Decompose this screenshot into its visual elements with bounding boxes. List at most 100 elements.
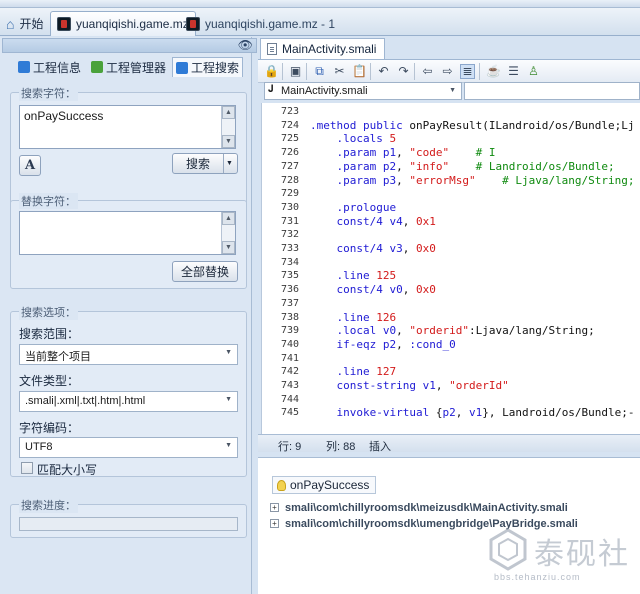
tab-start[interactable]: ⌂ 开始 — [0, 11, 49, 36]
code-text: .param p3, "errorMsg" # Ljava/lang/Strin… — [310, 174, 635, 188]
arrow-right-icon[interactable]: ⇨ — [440, 64, 455, 79]
search-button-label: 搜索 — [185, 157, 210, 171]
tab-project-manager[interactable]: 工程管理器 — [87, 57, 170, 77]
code-token: .method public — [310, 118, 410, 132]
code-text: .line 126 — [310, 311, 397, 325]
filetype-select[interactable]: .smali|.xml|.txt|.htm|.html ▼ — [19, 391, 238, 412]
tab-mainactivity[interactable]: MainActivity.smali — [260, 38, 386, 59]
search-input-scrollbar[interactable]: ▲ ▼ — [221, 106, 235, 148]
paste-icon[interactable]: 📋 — [352, 64, 367, 79]
format-icon[interactable]: ≣ — [460, 64, 475, 79]
font-icon: A — [24, 158, 36, 173]
line-number: 726 — [281, 147, 300, 159]
code-line: 736 const/4 v0, 0x0 — [262, 283, 640, 297]
replace-input[interactable]: ▲ ▼ — [19, 211, 236, 255]
code-token: v4 — [389, 214, 403, 228]
code-text: if-eqz p2, :cond_0 — [310, 338, 456, 352]
replace-group: 替换字符： ▲ ▼ 全部替换 — [10, 193, 247, 289]
tab-project-search[interactable]: 工程搜索 — [172, 57, 244, 77]
line-number: 743 — [281, 380, 300, 391]
code-token: , — [455, 406, 469, 420]
line-number: 727 — [281, 160, 300, 172]
code-token: if-eqz — [336, 337, 383, 351]
code-text: .method public onPayResult(ILandroid/os/… — [310, 119, 635, 133]
scope-label: 搜索范围： — [19, 327, 80, 341]
save-icon[interactable]: ▣ — [288, 64, 303, 79]
font-button[interactable]: A — [19, 155, 41, 176]
search-progress-group: 搜索进度： — [10, 497, 247, 538]
scroll-up-icon[interactable]: ▲ — [222, 106, 235, 119]
search-button[interactable]: 搜索 ▼ — [172, 153, 238, 174]
dropdown-arrow-icon[interactable]: ▼ — [223, 154, 235, 173]
tab-project-1[interactable]: yuanqiqishi.game.mz — [50, 11, 196, 36]
scroll-up-icon[interactable]: ▲ — [222, 212, 235, 225]
line-number: 732 — [281, 229, 300, 241]
line-number: 741 — [281, 352, 300, 364]
replace-all-button[interactable]: 全部替换 — [172, 261, 238, 282]
scroll-down-icon[interactable]: ▼ — [222, 135, 235, 148]
code-token: , — [402, 214, 416, 228]
toolbar-separator — [414, 63, 415, 80]
encoding-select[interactable]: UTF8 ▼ — [19, 437, 238, 458]
watermark-url: bbs.tehanziu.com — [494, 572, 581, 582]
code-line: 730 .prologue — [262, 201, 640, 215]
eye-icon[interactable]: 👁 — [238, 38, 253, 52]
lock-icon[interactable]: 🔒 — [264, 64, 279, 79]
expand-icon[interactable]: + — [270, 503, 279, 512]
redo-icon[interactable]: ↷ — [396, 64, 411, 79]
copy-icon[interactable]: ⧉ — [312, 64, 327, 79]
filetype-label: 文件类型： — [19, 374, 80, 388]
code-token: p2 — [382, 159, 397, 173]
code-token: , — [396, 337, 410, 351]
status-col: 列: 88 — [326, 441, 356, 453]
code-line: 731 const/4 v4, 0x1 — [262, 215, 640, 229]
code-token: .param — [336, 173, 383, 187]
line-number: 736 — [281, 284, 300, 296]
result-item-path: smali\com\chillyroomsdk\meizusdk\MainAct… — [285, 501, 568, 514]
match-case-checkbox[interactable] — [21, 462, 33, 474]
code-token: const/4 — [336, 214, 390, 228]
code-text: .locals 5 — [310, 132, 397, 146]
editor-status-bar: 行: 9 列: 88 插入 — [258, 434, 640, 453]
member-select[interactable] — [464, 82, 640, 100]
code-line: 735 .line 125 — [262, 269, 640, 283]
line-number: 730 — [281, 201, 300, 213]
tab-project-info[interactable]: 工程信息 — [14, 57, 85, 77]
android-icon[interactable]: ♙ — [526, 64, 541, 79]
code-line: 734 — [262, 256, 640, 270]
result-item[interactable]: + smali\com\chillyroomsdk\meizusdk\MainA… — [270, 500, 568, 515]
code-token: .param — [336, 159, 383, 173]
java-icon[interactable]: ☕ — [486, 64, 501, 79]
file-select[interactable]: 𝐉 MainActivity.smali ▼ — [264, 82, 462, 100]
code-token: , — [402, 242, 416, 255]
chevron-down-icon: ▼ — [225, 349, 232, 356]
results-tab[interactable]: onPaySuccess — [272, 476, 377, 494]
cut-icon[interactable]: ✂ — [332, 64, 347, 79]
expand-icon[interactable]: + — [270, 519, 279, 528]
list-icon[interactable]: ☰ — [506, 64, 521, 79]
code-line: 724 .method public onPayResult(ILandroid/… — [262, 119, 640, 133]
code-text: const-string v1, "orderId" — [310, 379, 509, 393]
code-line: 733 const/4 v3, 0x0 — [262, 242, 640, 256]
replace-input-scrollbar[interactable]: ▲ ▼ — [221, 212, 235, 254]
search-input[interactable]: onPaySuccess ▲ ▼ — [19, 105, 236, 149]
code-token: "orderId" — [449, 379, 509, 392]
code-editor[interactable]: 723 724 .method public onPayResult(ILandro… — [261, 103, 640, 434]
tab-project-info-label: 工程信息 — [33, 60, 82, 75]
toolbar-separator — [282, 63, 283, 80]
code-token: p1 — [382, 146, 397, 160]
scroll-down-icon[interactable]: ▼ — [222, 241, 235, 254]
tab-project-1-label: yuanqiqishi.game.mz — [76, 17, 189, 31]
scope-select[interactable]: 当前整个项目 ▼ — [19, 344, 238, 365]
tab-project-2[interactable]: yuanqiqishi.game.mz - 1 — [180, 11, 341, 36]
search-input-value: onPaySuccess — [24, 109, 104, 123]
watermark-text: 泰砚社 — [534, 537, 630, 572]
chevron-down-icon: ▼ — [449, 87, 456, 94]
arrow-left-icon[interactable]: ⇦ — [420, 64, 435, 79]
undo-icon[interactable]: ↶ — [376, 64, 391, 79]
